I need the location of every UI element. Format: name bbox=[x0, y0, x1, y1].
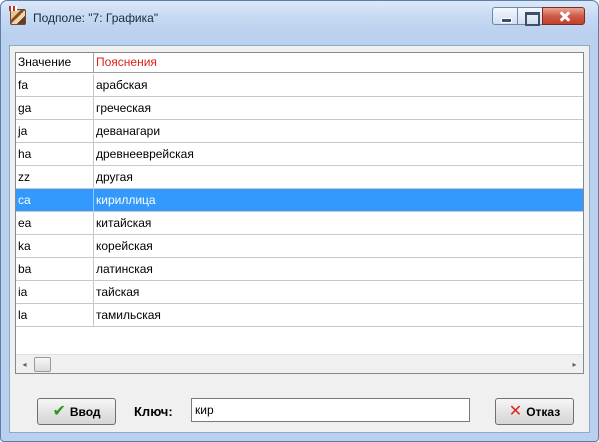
title-bar[interactable]: Подполе: "7: Графика" bbox=[1, 1, 598, 37]
table-row[interactable]: la тамильская bbox=[16, 304, 583, 327]
table-row[interactable]: ba латинская bbox=[16, 258, 583, 281]
x-icon: ✕ bbox=[508, 402, 523, 420]
values-grid: Значение Пояснения fa арабская ga греческая… bbox=[15, 52, 584, 374]
key-label: Ключ: bbox=[134, 404, 173, 419]
table-row[interactable]: ja деванагари bbox=[16, 120, 583, 143]
cell-value[interactable]: ia bbox=[16, 281, 94, 303]
cell-description[interactable]: тамильская bbox=[94, 304, 583, 326]
scrollbar-thumb[interactable] bbox=[34, 357, 51, 372]
maximize-button[interactable] bbox=[517, 7, 543, 26]
cell-description[interactable]: латинская bbox=[94, 258, 583, 280]
cell-value[interactable]: zz bbox=[16, 166, 94, 188]
cancel-button-label: Отказ bbox=[526, 404, 561, 419]
cell-value[interactable]: ka bbox=[16, 235, 94, 257]
dialog-window: Подполе: "7: Графика" Значение Пояснения… bbox=[0, 0, 599, 442]
table-row[interactable]: ia тайская bbox=[16, 281, 583, 304]
table-row[interactable]: ea китайская bbox=[16, 212, 583, 235]
column-header-value[interactable]: Значение bbox=[16, 53, 94, 73]
key-input[interactable] bbox=[191, 398, 470, 422]
cell-value[interactable]: ea bbox=[16, 212, 94, 234]
cell-description[interactable]: деванагари bbox=[94, 120, 583, 142]
cell-value[interactable]: ja bbox=[16, 120, 94, 142]
cell-value[interactable]: fa bbox=[16, 74, 94, 96]
cell-value[interactable]: la bbox=[16, 304, 94, 326]
cell-description[interactable]: тайская bbox=[94, 281, 583, 303]
cell-value[interactable]: ca bbox=[16, 189, 94, 211]
scroll-left-arrow-icon[interactable]: ◂ bbox=[16, 355, 33, 373]
enter-button-label: Ввод bbox=[69, 404, 101, 419]
table-row[interactable]: fa арабская bbox=[16, 74, 583, 97]
table-row[interactable]: zz другая bbox=[16, 166, 583, 189]
close-button[interactable] bbox=[542, 7, 585, 25]
table-row[interactable]: ka корейская bbox=[16, 235, 583, 258]
cell-description[interactable]: китайская bbox=[94, 212, 583, 234]
enter-button[interactable]: ✔ Ввод bbox=[37, 398, 116, 425]
cell-value[interactable]: ba bbox=[16, 258, 94, 280]
cell-value[interactable]: ha bbox=[16, 143, 94, 165]
window-title: Подполе: "7: Графика" bbox=[33, 11, 159, 25]
scroll-right-arrow-icon[interactable]: ▸ bbox=[566, 355, 583, 373]
checkmark-icon: ✔ bbox=[52, 402, 66, 420]
app-icon bbox=[9, 6, 26, 25]
grid-header: Значение Пояснения bbox=[16, 53, 583, 73]
cancel-button[interactable]: ✕ Отказ bbox=[495, 398, 574, 425]
cell-description[interactable]: кириллица bbox=[94, 189, 583, 211]
cell-description[interactable]: древнееврейская bbox=[94, 143, 583, 165]
cell-description[interactable]: корейская bbox=[94, 235, 583, 257]
minimize-button[interactable] bbox=[492, 7, 518, 25]
cell-description[interactable]: арабская bbox=[94, 74, 583, 96]
grid-rows: fa арабская ga греческая ja деванагари ha древн… bbox=[16, 74, 583, 327]
horizontal-scrollbar[interactable]: ◂ ▸ bbox=[16, 354, 583, 373]
cell-description[interactable]: греческая bbox=[94, 97, 583, 119]
cell-description[interactable]: другая bbox=[94, 166, 583, 188]
cell-value[interactable]: ga bbox=[16, 97, 94, 119]
table-row[interactable]: ga греческая bbox=[16, 97, 583, 120]
table-row[interactable]: ca кириллица bbox=[16, 189, 583, 212]
table-row[interactable]: ha древнееврейская bbox=[16, 143, 583, 166]
dialog-body: Значение Пояснения fa арабская ga греческая… bbox=[9, 45, 590, 433]
column-header-description[interactable]: Пояснения bbox=[94, 53, 583, 73]
